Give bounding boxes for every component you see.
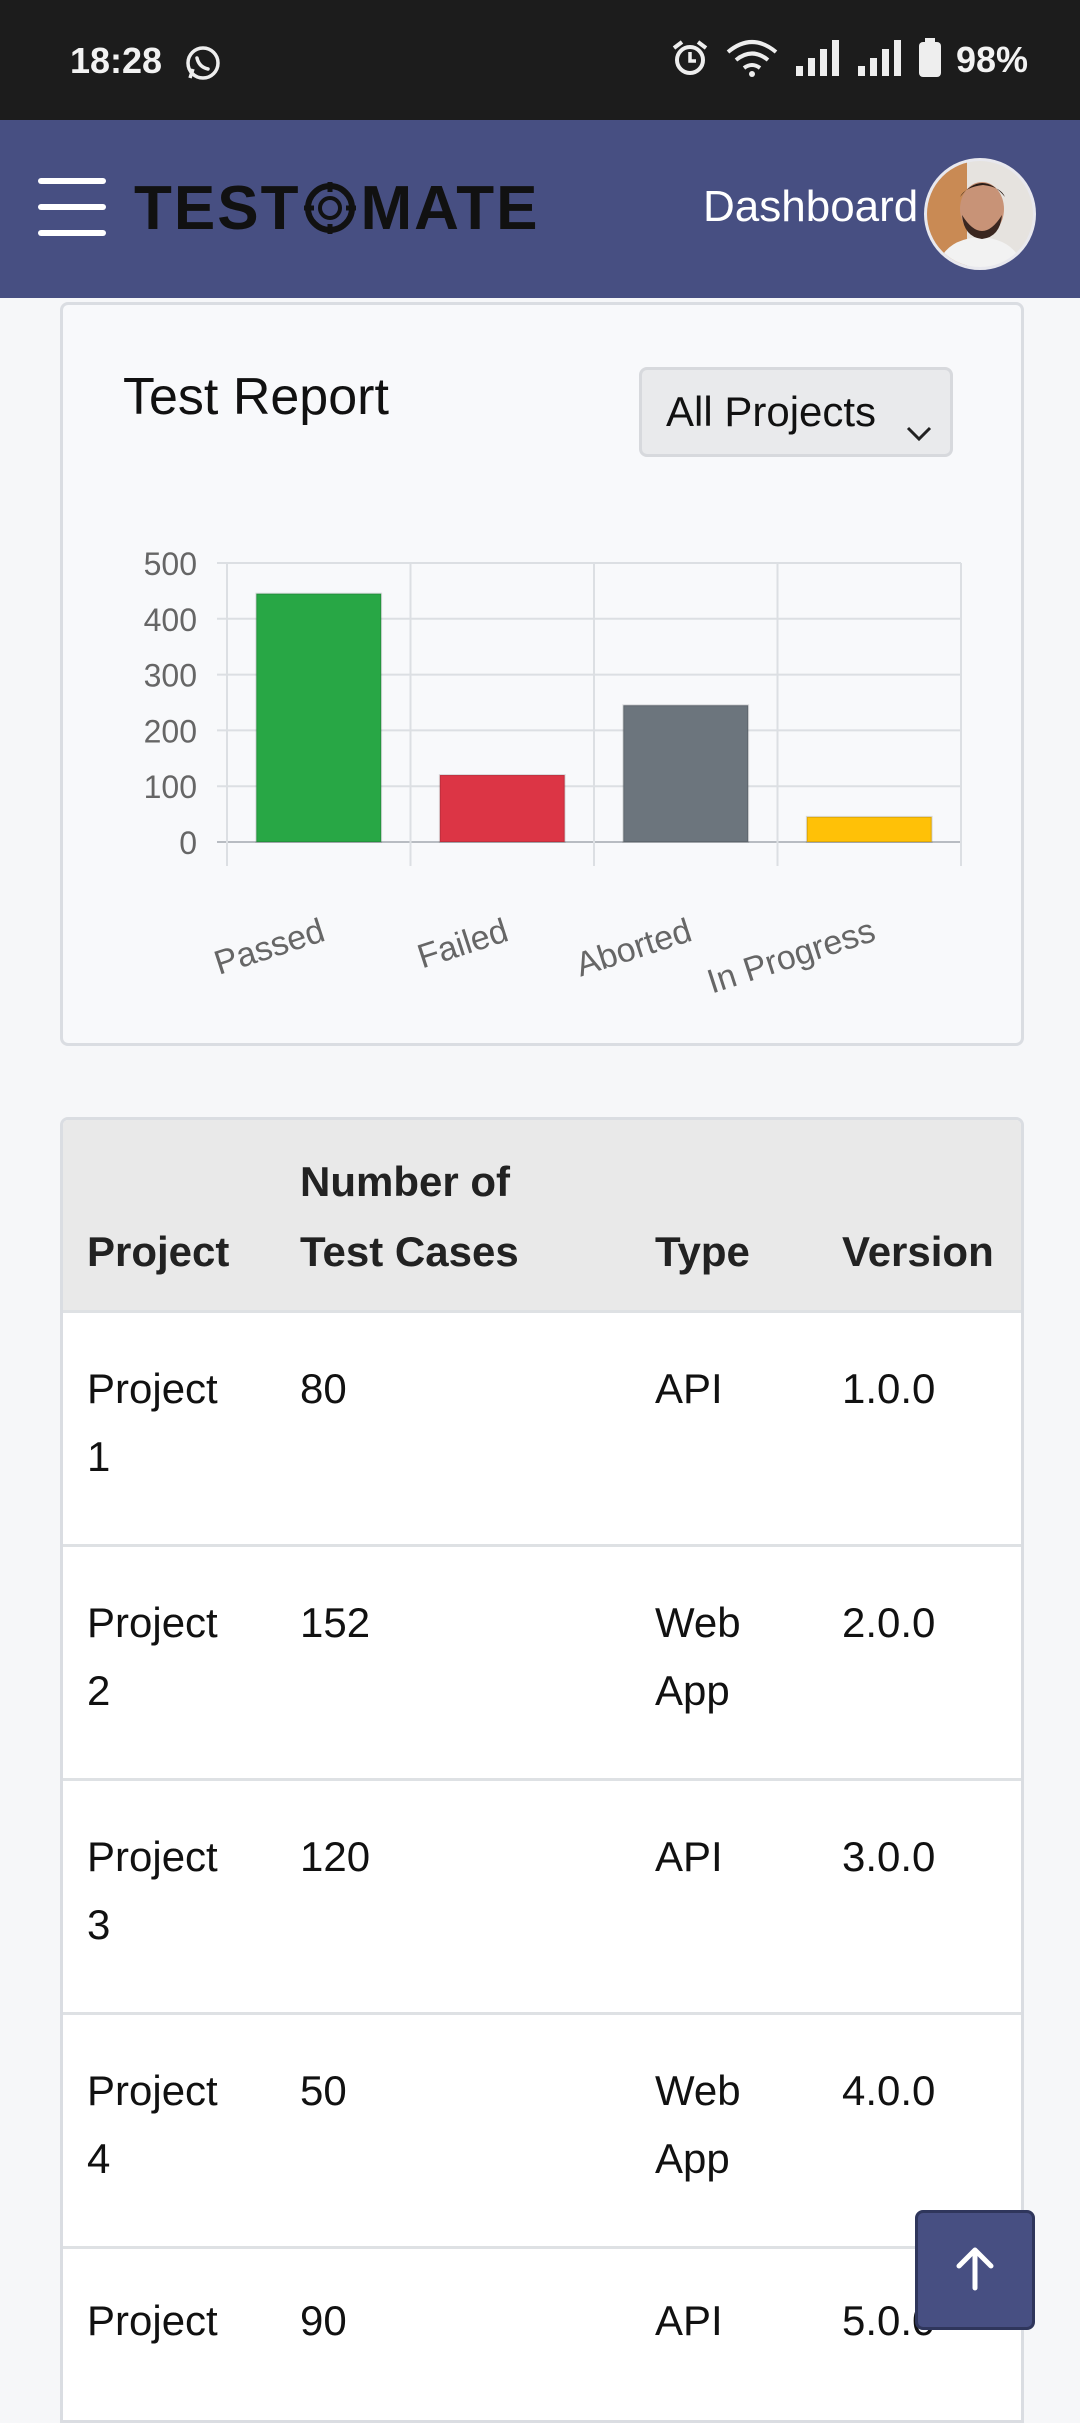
y-tick-label: 200: [144, 713, 197, 749]
cell-project-b: 4: [87, 2135, 111, 2182]
signal-icon-2: [856, 38, 904, 82]
table-row: Project 3 120 API 3.0.0: [63, 1778, 1021, 2015]
logo-text-left: TEST: [134, 173, 301, 243]
y-tick-label: 0: [179, 825, 197, 861]
cell-type: API: [655, 1823, 723, 1891]
bar-passed: [255, 592, 383, 843]
x-tick-label: Passed: [210, 911, 330, 982]
cell-project-a: Project: [87, 1833, 218, 1880]
cell-cases: 80: [300, 1365, 347, 1412]
cell-type-a: Web: [655, 2067, 741, 2114]
arrow-up-icon: [953, 2244, 997, 2296]
app-logo[interactable]: TEST MATE: [134, 168, 540, 248]
bar-in-progress: [805, 815, 933, 844]
cell-project: Project 3: [87, 1823, 218, 1959]
cell-type-a: API: [655, 2297, 723, 2344]
status-time: 18:28: [70, 40, 163, 81]
cell-project-a: Project: [87, 2067, 218, 2114]
cell-type-a: API: [655, 1833, 723, 1880]
cell-type-a: Web: [655, 1599, 741, 1646]
header-version: Version: [842, 1228, 994, 1275]
header-cases-line2: Test Cases: [300, 1228, 519, 1275]
cell-version: 2.0.0: [842, 1599, 936, 1646]
signal-icon: [794, 38, 842, 82]
cell-version: 3.0.0: [842, 1833, 936, 1880]
cell-type-a: API: [655, 1365, 723, 1412]
battery-icon: [918, 38, 942, 82]
nav-dashboard-link[interactable]: Dashboard: [703, 182, 918, 232]
cell-project-b: 3: [87, 1901, 111, 1948]
table-row: Project 4 50 Web App 4.0.0: [63, 2012, 1021, 2249]
y-tick-label: 500: [144, 546, 197, 582]
cell-type-b: App: [655, 1667, 730, 1714]
y-tick-label: 300: [144, 658, 197, 694]
alarm-icon: [670, 38, 710, 82]
cell-type: API: [655, 1355, 723, 1423]
logo-text-right: MATE: [360, 173, 540, 243]
scroll-to-top-button[interactable]: [915, 2210, 1035, 2330]
top-navbar: TEST MATE Dashboard: [0, 120, 1080, 298]
cell-version: 4.0.0: [842, 2067, 936, 2114]
cell-type-b: App: [655, 2135, 730, 2182]
menu-icon[interactable]: [38, 178, 106, 238]
y-tick-label: 100: [144, 769, 197, 805]
table-row: Project 2 152 Web App 2.0.0: [63, 1544, 1021, 1781]
status-bar: 18:28 98%: [0, 0, 1080, 120]
x-tick-label: Aborted: [571, 911, 696, 984]
cell-project-a: Project: [87, 1599, 218, 1646]
table-header: Project Number of Test Cases Type Versio…: [63, 1120, 1021, 1310]
y-tick-label: 400: [144, 602, 197, 638]
cell-type: Web App: [655, 2057, 741, 2193]
cell-project: Project: [87, 2287, 218, 2355]
header-project: Project: [87, 1228, 230, 1275]
whatsapp-icon: [184, 44, 222, 86]
user-avatar[interactable]: [924, 158, 1036, 270]
cell-project: Project 4: [87, 2057, 218, 2193]
bar-chart: 500 400 300 200 100 0 Passed Failed Aborted In Pr…: [144, 546, 962, 1001]
projects-table: Project Number of Test Cases Type Versio…: [60, 1117, 1024, 2423]
cell-project-b: 1: [87, 1433, 111, 1480]
table-row: Project 90 API 5.0.0: [63, 2246, 1021, 2420]
cell-cases: 120: [300, 1833, 371, 1880]
header-cases-line1: Number of: [300, 1158, 510, 1205]
cell-cases: 90: [300, 2297, 347, 2344]
cell-type: API: [655, 2287, 723, 2355]
cell-project-a: Project: [87, 1365, 218, 1412]
wifi-icon: [724, 38, 780, 82]
cell-cases: 50: [300, 2067, 347, 2114]
cell-version: 1.0.0: [842, 1365, 936, 1412]
cell-project-b: 2: [87, 1667, 111, 1714]
gear-logo-icon: [302, 180, 358, 236]
header-type: Type: [655, 1228, 750, 1275]
cell-project: Project 2: [87, 1589, 218, 1725]
bar-failed: [438, 774, 566, 844]
x-tick-label: In Progress: [703, 911, 880, 1001]
cell-cases: 152: [300, 1599, 371, 1646]
bar-aborted: [622, 704, 750, 844]
cell-project-a: Project: [87, 2297, 218, 2344]
battery-level: 98%: [955, 39, 1028, 80]
test-report-card: Test Report All Projects 500 400 300 200 100…: [60, 302, 1024, 1046]
table-row: Project 1 80 API 1.0.0: [63, 1310, 1021, 1547]
x-tick-label: Failed: [413, 911, 513, 976]
cell-type: Web App: [655, 1589, 741, 1725]
cell-project: Project 1: [87, 1355, 218, 1491]
